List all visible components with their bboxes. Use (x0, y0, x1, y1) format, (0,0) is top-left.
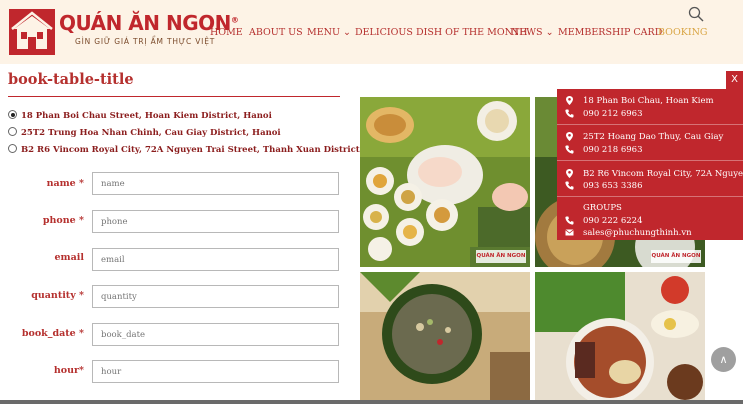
logo-house-icon (9, 9, 55, 55)
quantity-label: quantity * (31, 290, 84, 301)
location-pin-icon (566, 169, 573, 178)
name-input[interactable] (92, 172, 339, 195)
title-divider (8, 96, 340, 97)
book-date-input[interactable] (92, 323, 339, 346)
chevron-down-icon: ⌄ (545, 27, 554, 38)
chevron-down-icon: ⌄ (343, 27, 351, 38)
food-photo-4 (535, 272, 705, 404)
mail-icon (565, 229, 574, 236)
phone-icon (565, 181, 574, 190)
branch-2-address: 25T2 Hoang Dao Thuy, Cau Giay (583, 132, 724, 142)
nav-news[interactable]: NEWS ⌄ (511, 27, 554, 38)
nav-booking[interactable]: BOOKING (658, 27, 708, 38)
radio-icon[interactable] (8, 144, 17, 153)
bottom-bar (0, 400, 743, 404)
panel-divider (557, 124, 743, 125)
book-date-label: book_date * (21, 328, 84, 339)
panel-divider (557, 160, 743, 161)
location-option-1[interactable]: 18 Phan Boi Chau Street, Hoan Kiem Distr… (8, 110, 272, 124)
phone-icon (565, 216, 574, 225)
quantity-input[interactable] (92, 285, 339, 308)
photo-watermark: QUÁN ĂN NGON (651, 250, 701, 263)
location-pin-icon (566, 132, 573, 141)
food-photo-3 (360, 272, 530, 404)
contact-panel: 18 Phan Boi Chau, Hoan Kiem 090 212 6963… (557, 89, 743, 240)
page-title: book-table-title (8, 71, 134, 88)
nav-menu[interactable]: MENU ⌄ (307, 27, 351, 38)
location-option-2[interactable]: 25T2 Trung Hoa Nhan Chinh, Cau Giay Dist… (8, 127, 281, 141)
branch-1-phone[interactable]: 090 212 6963 (583, 109, 642, 119)
brand-logo[interactable]: QUÁN ĂN NGON® GÌN GIỮ GIÁ TRỊ ẨM THỰC VI… (9, 9, 239, 55)
close-button[interactable]: X (726, 71, 743, 89)
header: QUÁN ĂN NGON® GÌN GIỮ GIÁ TRỊ ẨM THỰC VI… (0, 0, 743, 64)
branch-3-phone[interactable]: 093 653 3386 (583, 181, 642, 191)
groups-email[interactable]: sales@phuchungthinh.vn (583, 228, 692, 238)
location-option-3[interactable]: B2 R6 Vincom Royal City, 72A Nguyen Trai… (8, 144, 394, 158)
radio-icon[interactable] (8, 127, 17, 136)
food-photo-1-image (360, 97, 530, 267)
nav-about-us[interactable]: ABOUT US (249, 27, 303, 38)
groups-title: GROUPS (583, 203, 622, 213)
email-input[interactable] (92, 248, 339, 271)
phone-icon (565, 145, 574, 154)
nav-membership-card[interactable]: MEMBERSHIP CARD (558, 27, 662, 38)
food-photo-4-image (535, 272, 705, 404)
radio-selected-icon[interactable] (8, 110, 17, 119)
nav-home[interactable]: HOME (210, 27, 243, 38)
nav-dish-of-month[interactable]: DELICIOUS DISH OF THE MONTH (355, 27, 528, 38)
hour-label: hour* (53, 365, 84, 376)
food-photo-1: QUÁN ĂN NGON (360, 97, 530, 267)
branch-2-phone[interactable]: 090 218 6963 (583, 145, 642, 155)
hour-input[interactable] (92, 360, 339, 383)
photo-watermark: QUÁN ĂN NGON (476, 250, 526, 263)
panel-divider (557, 196, 743, 197)
branch-1-address: 18 Phan Boi Chau, Hoan Kiem (583, 96, 714, 106)
back-to-top-button[interactable]: ∧ (711, 347, 736, 372)
email-label: email (54, 252, 84, 263)
branch-3-address: B2 R6 Vincom Royal City, 72A Nguyen Trai (583, 169, 743, 179)
phone-label: phone * (42, 215, 84, 226)
phone-icon (565, 109, 574, 118)
phone-input[interactable] (92, 210, 339, 233)
food-photo-3-image (360, 272, 530, 404)
brand-tagline: GÌN GIỮ GIÁ TRỊ ẨM THỰC VIỆT (75, 37, 216, 46)
name-label: name * (46, 178, 84, 189)
groups-phone[interactable]: 090 222 6224 (583, 216, 642, 226)
search-icon[interactable] (687, 5, 705, 23)
location-pin-icon (566, 96, 573, 105)
